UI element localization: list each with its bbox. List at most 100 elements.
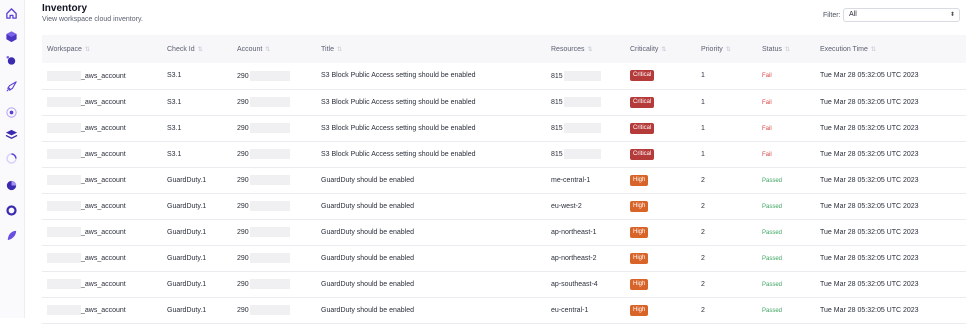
inventory-table: Workspace ⇅ Check Id ⇅ Account ⇅ Title ⇅ Resourc… xyxy=(42,35,966,324)
cell-criticality: High xyxy=(625,167,696,193)
rocket-icon[interactable] xyxy=(5,80,18,93)
cell-criticality: Critical xyxy=(625,89,696,115)
check-title: GuardDuty should be enabled xyxy=(321,202,415,210)
cell-check-id: S3.1 xyxy=(162,115,232,141)
column-header[interactable]: Execution Time ⇅ xyxy=(815,35,966,63)
cell-priority: 1 xyxy=(696,89,757,115)
criticality-badge: Critical xyxy=(630,96,655,108)
column-header-label: Title xyxy=(321,45,334,53)
sort-icon[interactable]: ⇅ xyxy=(587,47,592,53)
redacted-block xyxy=(563,70,601,81)
table-row[interactable]: _aws_account GuardDuty.1 290 GuardDuty shou… xyxy=(42,219,966,245)
cell-check-id: GuardDuty.1 xyxy=(162,245,232,271)
redacted-block xyxy=(563,123,601,133)
redacted-block xyxy=(47,305,81,315)
column-header[interactable]: Resources ⇅ xyxy=(546,35,625,63)
criticality-badge: High xyxy=(630,304,649,316)
feather-icon[interactable] xyxy=(5,229,18,242)
table-row[interactable]: _aws_account S3.1 290 S3 Block Public Acces… xyxy=(42,141,966,167)
status-text: Fail xyxy=(762,73,772,80)
cell-criticality: Critical xyxy=(625,115,696,141)
sort-icon[interactable]: ⇅ xyxy=(198,47,203,53)
table-row[interactable]: _aws_account GuardDuty.1 290 GuardDuty shou… xyxy=(42,193,966,219)
status-text: Fail xyxy=(762,125,772,132)
cell-account: 290 xyxy=(232,297,316,323)
account-prefix: 290 xyxy=(237,98,249,106)
cell-execution-time: Tue Mar 28 05:32:05 UTC 2023 xyxy=(815,297,966,323)
cell-criticality: High xyxy=(625,219,696,245)
home-icon[interactable] xyxy=(5,7,18,20)
sort-icon[interactable]: ⇅ xyxy=(871,47,876,53)
execution-time: Tue Mar 28 05:32:05 UTC 2023 xyxy=(820,176,919,184)
sort-icon[interactable]: ⇅ xyxy=(785,47,790,53)
cell-title: GuardDuty should be enabled xyxy=(316,245,546,271)
cube-icon[interactable] xyxy=(5,30,18,43)
cell-account: 290 xyxy=(232,219,316,245)
check-title: GuardDuty should be enabled xyxy=(321,306,415,314)
cell-title: GuardDuty should be enabled xyxy=(316,167,546,193)
sort-icon[interactable]: ⇅ xyxy=(85,47,90,53)
column-header[interactable]: Criticality ⇅ xyxy=(625,35,696,63)
redacted-block xyxy=(249,305,290,315)
spinner-icon[interactable] xyxy=(5,152,18,165)
column-header[interactable]: Account ⇅ xyxy=(232,35,316,63)
priority: 2 xyxy=(701,306,705,314)
cell-resources: eu-central-1 xyxy=(546,297,625,323)
stack-icon[interactable] xyxy=(5,128,18,141)
account-prefix: 290 xyxy=(237,306,249,314)
resource: me-central-1 xyxy=(551,176,591,184)
column-header[interactable]: Check Id ⇅ xyxy=(162,35,232,63)
resource: 815 xyxy=(551,124,563,132)
redacted-block xyxy=(249,123,290,133)
resource: 815 xyxy=(551,98,563,106)
column-header[interactable]: Priority ⇅ xyxy=(696,35,757,63)
cell-execution-time: Tue Mar 28 05:32:05 UTC 2023 xyxy=(815,219,966,245)
column-header[interactable]: Title ⇅ xyxy=(316,35,546,63)
cell-account: 290 xyxy=(232,141,316,167)
ring-icon[interactable] xyxy=(5,204,18,217)
priority: 1 xyxy=(701,98,705,106)
table-row[interactable]: _aws_account S3.1 290 S3 Block Public Acces… xyxy=(42,63,966,89)
redacted-block xyxy=(563,97,601,107)
cell-criticality: High xyxy=(625,297,696,323)
account-prefix: 290 xyxy=(237,72,249,80)
cell-status: Passed xyxy=(757,219,815,245)
orbit-icon[interactable] xyxy=(5,54,18,67)
sort-icon[interactable]: ⇅ xyxy=(265,47,270,53)
redacted-block xyxy=(249,70,290,81)
cell-resources: ap-northeast-1 xyxy=(546,219,625,245)
check-title: GuardDuty should be enabled xyxy=(321,176,415,184)
criticality-badge: High xyxy=(630,174,649,186)
table-row[interactable]: _aws_account GuardDuty.1 290 GuardDuty shou… xyxy=(42,297,966,323)
table-row[interactable]: _aws_account GuardDuty.1 290 GuardDuty shou… xyxy=(42,167,966,193)
cell-criticality: High xyxy=(625,271,696,297)
table-row[interactable]: _aws_account GuardDuty.1 290 GuardDuty shou… xyxy=(42,271,966,297)
filter-select[interactable]: All ⬍ xyxy=(843,8,960,22)
column-header[interactable]: Status ⇅ xyxy=(757,35,815,63)
table-row[interactable]: _aws_account S3.1 290 S3 Block Public Acces… xyxy=(42,89,966,115)
check-id: GuardDuty.1 xyxy=(167,228,207,236)
cell-workspace: _aws_account xyxy=(42,297,162,323)
cell-title: S3 Block Public Access setting should be… xyxy=(316,63,546,89)
sort-icon[interactable]: ⇅ xyxy=(337,47,342,53)
workspace-name: _aws_account xyxy=(81,150,126,158)
check-title: GuardDuty should be enabled xyxy=(321,254,415,262)
sort-icon[interactable]: ⇅ xyxy=(661,47,666,53)
column-header-label: Account xyxy=(237,45,263,53)
pie-icon[interactable] xyxy=(5,179,18,192)
execution-time: Tue Mar 28 05:32:05 UTC 2023 xyxy=(820,280,919,288)
execution-time: Tue Mar 28 05:32:05 UTC 2023 xyxy=(820,202,919,210)
sort-icon[interactable]: ⇅ xyxy=(726,47,731,53)
check-id: S3.1 xyxy=(167,150,182,158)
table-row[interactable]: _aws_account GuardDuty.1 290 GuardDuty shou… xyxy=(42,245,966,271)
check-id: GuardDuty.1 xyxy=(167,202,207,210)
cell-resources: ap-southeast-4 xyxy=(546,271,625,297)
table-row[interactable]: _aws_account S3.1 290 S3 Block Public Acces… xyxy=(42,115,966,141)
cell-check-id: GuardDuty.1 xyxy=(162,219,232,245)
target-icon[interactable] xyxy=(5,106,18,119)
cell-check-id: GuardDuty.1 xyxy=(162,193,232,219)
column-header[interactable]: Workspace ⇅ xyxy=(42,35,162,63)
cell-workspace: _aws_account xyxy=(42,271,162,297)
filter-value: All xyxy=(849,11,857,18)
cell-check-id: GuardDuty.1 xyxy=(162,167,232,193)
